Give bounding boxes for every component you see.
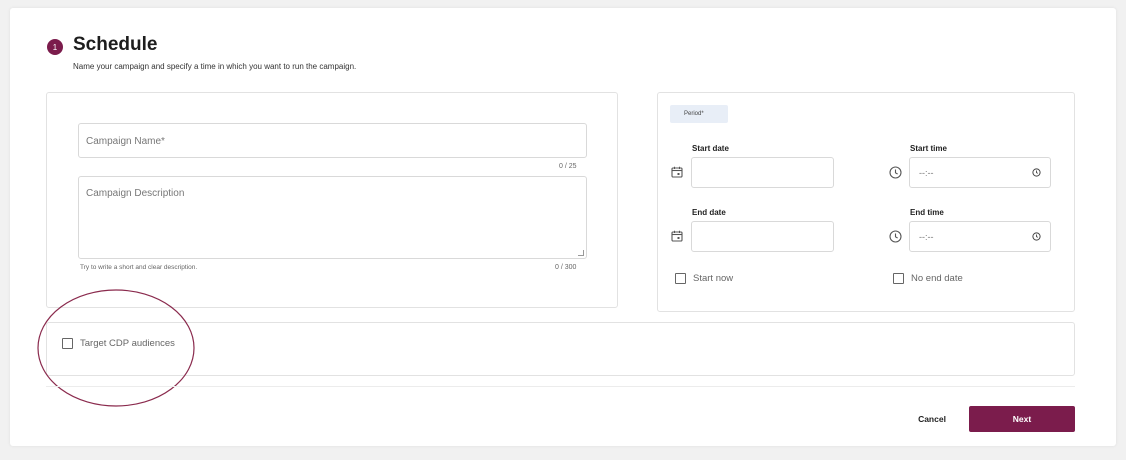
- start-date-label: Start date: [692, 144, 729, 153]
- campaign-description-counter: 0 / 300: [555, 264, 577, 271]
- start-now-checkbox[interactable]: [675, 273, 686, 284]
- start-time-input[interactable]: --:--: [909, 157, 1051, 188]
- start-time-value: --:--: [919, 168, 934, 178]
- period-chip: Period*: [670, 105, 728, 123]
- clock-icon[interactable]: [889, 166, 902, 179]
- cancel-button[interactable]: Cancel: [905, 406, 959, 432]
- end-time-label: End time: [910, 208, 944, 217]
- end-date-label: End date: [692, 208, 726, 217]
- page-title: Schedule: [73, 34, 158, 55]
- footer-divider: [46, 386, 1075, 387]
- campaign-description-textarea[interactable]: Campaign Description: [78, 176, 587, 259]
- calendar-icon[interactable]: [671, 230, 683, 242]
- campaign-name-input[interactable]: Campaign Name*: [78, 123, 587, 158]
- no-end-date-checkbox[interactable]: [893, 273, 904, 284]
- time-picker-icon[interactable]: [1032, 232, 1041, 241]
- resize-handle-icon[interactable]: [578, 250, 584, 256]
- start-now-label: Start now: [693, 273, 734, 284]
- start-date-input[interactable]: [691, 157, 834, 188]
- end-time-input[interactable]: --:--: [909, 221, 1051, 252]
- time-picker-icon[interactable]: [1032, 168, 1041, 177]
- annotation-circle: [37, 289, 195, 407]
- no-end-date-label: No end date: [911, 273, 963, 284]
- calendar-icon[interactable]: [671, 166, 683, 178]
- audiences-panel: [46, 322, 1075, 376]
- campaign-name-placeholder: Campaign Name*: [86, 136, 165, 147]
- campaign-name-counter: 0 / 25: [559, 163, 577, 170]
- end-date-input[interactable]: [691, 221, 834, 252]
- campaign-description-placeholder: Campaign Description: [86, 188, 185, 199]
- page-subtitle: Name your campaign and specify a time in…: [73, 62, 357, 71]
- next-button[interactable]: Next: [969, 406, 1075, 432]
- description-hint: Try to write a short and clear descripti…: [80, 264, 198, 271]
- step-number-badge: 1: [47, 39, 63, 55]
- start-time-label: Start time: [910, 144, 947, 153]
- end-time-value: --:--: [919, 232, 934, 242]
- clock-icon[interactable]: [889, 230, 902, 243]
